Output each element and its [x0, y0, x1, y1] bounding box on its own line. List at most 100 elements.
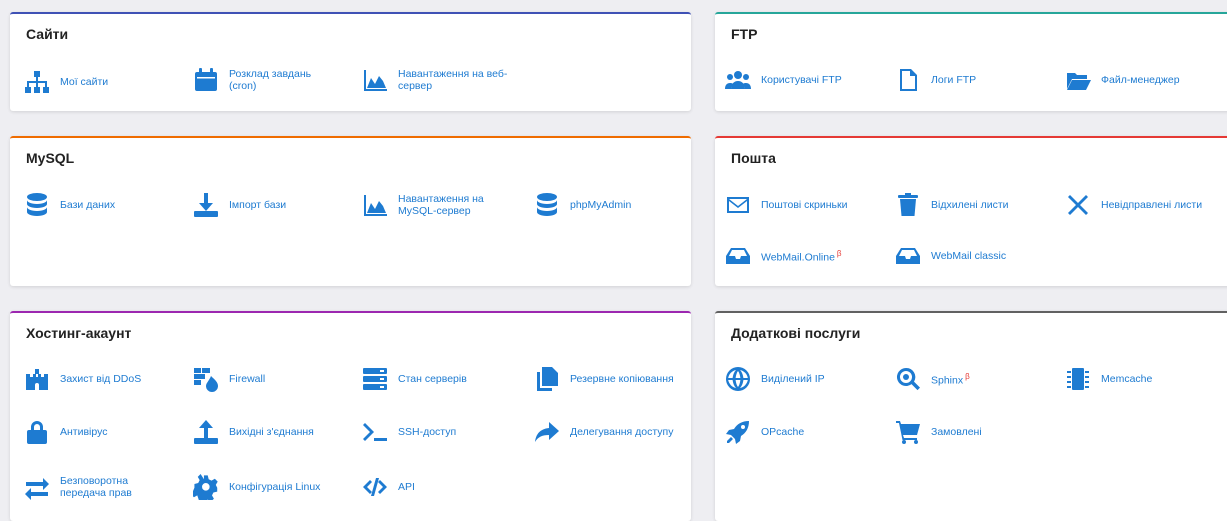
ftp-logs-label: Логи FTP: [931, 74, 977, 86]
database-icon: [537, 193, 557, 216]
mysql-card: MySQL Бази даних Імпорт бази Навантаженн…: [10, 136, 691, 286]
ssh-access-link[interactable]: SSH-доступ: [362, 419, 456, 445]
upload-icon: [194, 420, 218, 444]
ordered-services-label: Замовлені: [931, 426, 982, 438]
search-settings-icon: [896, 367, 920, 391]
outgoing-connections-label: Вихідні з'єднання: [229, 426, 314, 438]
antivirus-link[interactable]: Антивірус: [24, 419, 108, 445]
extra-services-title: Додаткові послуги: [731, 325, 861, 341]
webmail-online-link[interactable]: WebMail.Online β: [725, 243, 842, 269]
ftp-users-link[interactable]: Користувачі FTP: [725, 67, 842, 93]
backup-label: Резервне копіювання: [570, 373, 674, 385]
mysql-load-label: Навантаження на MySQL-сервер: [398, 193, 484, 217]
rocket-icon: [726, 421, 749, 444]
memory-chip-icon: [1067, 368, 1089, 390]
users-icon: [725, 71, 751, 89]
code-icon: [363, 478, 387, 496]
outgoing-connections-link[interactable]: Вихідні з'єднання: [193, 419, 314, 445]
unsent-mail-link[interactable]: Невідправлені листи: [1065, 192, 1202, 218]
api-label: API: [398, 481, 415, 493]
sphinx-link[interactable]: Sphinx β: [895, 366, 970, 392]
gear-icon: [193, 474, 218, 500]
databases-label: Бази даних: [60, 199, 116, 211]
sitemap-icon: [25, 71, 49, 93]
copy-icon: [537, 367, 558, 391]
lock-icon: [27, 421, 47, 444]
opcache-link[interactable]: OPcache: [725, 419, 804, 445]
mailboxes-label: Поштові скриньки: [761, 199, 848, 211]
phpmyadmin-label: phpMyAdmin: [570, 199, 632, 211]
phpmyadmin-link[interactable]: phpMyAdmin: [534, 192, 631, 218]
calendar-icon: [195, 68, 217, 91]
sphinx-text: Sphinx: [931, 374, 964, 387]
webmail-online-label: WebMail.Online β: [761, 248, 842, 264]
close-icon: [1068, 195, 1088, 215]
cart-icon: [896, 421, 920, 444]
file-icon: [900, 69, 917, 91]
unsent-mail-label: Невідправлені листи: [1101, 199, 1203, 211]
inbox-icon: [726, 248, 750, 264]
ddos-protection-link[interactable]: Захист від DDoS: [24, 366, 141, 392]
extra-services-card: Додаткові послуги Виділений IP Sphinx β M…: [715, 311, 1227, 521]
server-status-link[interactable]: Стан серверів: [362, 366, 467, 392]
mail-card: Пошта Поштові скриньки Відхилені листи Н…: [715, 136, 1227, 286]
access-delegation-link[interactable]: Делегування доступу: [534, 419, 673, 445]
folder-open-icon: [1067, 73, 1091, 90]
cron-label: Розклад завдань (cron): [229, 68, 312, 92]
sites-title: Сайти: [26, 26, 69, 42]
file-manager-link[interactable]: Файл-менеджер: [1065, 67, 1180, 93]
memcache-label: Memcache: [1101, 373, 1153, 385]
ftp-card: FTP Користувачі FTP Логи FTP Файл-менедж…: [715, 12, 1227, 111]
dedicated-ip-label: Виділений IP: [761, 373, 825, 385]
antivirus-label: Антивірус: [60, 426, 108, 438]
import-db-label: Імпорт бази: [229, 199, 287, 211]
file-manager-label: Файл-менеджер: [1101, 74, 1180, 86]
webmail-classic-link[interactable]: WebMail classic: [895, 243, 1006, 269]
access-delegation-label: Делегування доступу: [570, 426, 674, 438]
opcache-label: OPcache: [761, 426, 805, 438]
mysql-load-link[interactable]: Навантаження на MySQL-сервер: [362, 192, 508, 218]
memcache-link[interactable]: Memcache: [1065, 366, 1152, 392]
api-link[interactable]: API: [362, 474, 415, 500]
area-chart-icon: [364, 195, 387, 216]
databases-link[interactable]: Бази даних: [24, 192, 115, 218]
ddos-protection-label: Захист від DDoS: [60, 373, 142, 385]
share-icon: [535, 422, 559, 442]
rights-transfer-label: Безповоротна передача прав: [60, 475, 132, 499]
hosting-card: Хостинг-акаунт Захист від DDoS Firewall …: [10, 311, 691, 521]
mailboxes-link[interactable]: Поштові скриньки: [725, 192, 847, 218]
dedicated-ip-link[interactable]: Виділений IP: [725, 366, 825, 392]
sphinx-label: Sphinx β: [931, 371, 970, 387]
terminal-icon: [363, 423, 387, 441]
globe-icon: [726, 367, 750, 391]
beta-badge: β: [836, 249, 842, 259]
ordered-services-link[interactable]: Замовлені: [895, 419, 982, 445]
inbox-icon: [896, 248, 920, 264]
beta-badge: β: [965, 372, 970, 382]
webmail-online-text: WebMail.Online: [761, 251, 835, 264]
firewall-link[interactable]: Firewall: [193, 366, 265, 392]
firewall-icon: [194, 368, 218, 392]
backup-link[interactable]: Резервне копіювання: [534, 366, 674, 392]
linux-config-link[interactable]: Конфігурація Linux: [193, 474, 320, 500]
ftp-logs-link[interactable]: Логи FTP: [895, 67, 976, 93]
rejected-mail-label: Відхилені листи: [931, 199, 1009, 211]
web-load-link[interactable]: Навантаження на веб-сервер: [362, 67, 518, 93]
ftp-users-label: Користувачі FTP: [761, 74, 842, 86]
rejected-mail-link[interactable]: Відхилені листи: [895, 192, 1009, 218]
webmail-classic-label: WebMail classic: [931, 250, 1007, 262]
exchange-icon: [25, 478, 49, 500]
firewall-label: Firewall: [229, 373, 266, 385]
my-sites-link[interactable]: Мої сайти: [24, 69, 108, 95]
area-chart-icon: [364, 70, 387, 91]
database-icon: [27, 193, 47, 216]
rights-transfer-link[interactable]: Безповоротна передача прав: [24, 474, 150, 500]
import-db-link[interactable]: Імпорт бази: [193, 192, 286, 218]
mysql-title: MySQL: [26, 150, 75, 166]
cron-link[interactable]: Розклад завдань (cron): [193, 67, 319, 93]
linux-config-label: Конфігурація Linux: [229, 481, 321, 493]
my-sites-label: Мої сайти: [60, 76, 109, 88]
castle-icon: [26, 369, 48, 390]
download-icon: [194, 193, 218, 217]
sites-card: Сайти Мої сайти Розклад завдань (cron) Н…: [10, 12, 691, 111]
